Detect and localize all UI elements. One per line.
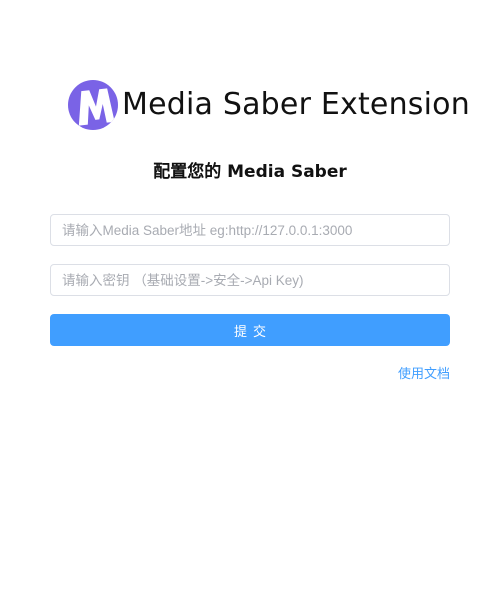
logo-m-glyph: [78, 88, 115, 126]
brand-header: Media Saber Extension: [68, 80, 470, 130]
docs-link[interactable]: 使用文档: [398, 366, 450, 384]
media-saber-logo-icon: [68, 80, 118, 130]
server-url-input[interactable]: [50, 214, 450, 246]
extension-config-page: Media Saber Extension 配置您的 Media Saber 提…: [0, 0, 500, 600]
api-key-input[interactable]: [50, 264, 450, 296]
app-title: Media Saber Extension: [122, 87, 470, 122]
page-subtitle: 配置您的 Media Saber: [153, 162, 347, 182]
submit-button[interactable]: 提交: [50, 314, 450, 346]
